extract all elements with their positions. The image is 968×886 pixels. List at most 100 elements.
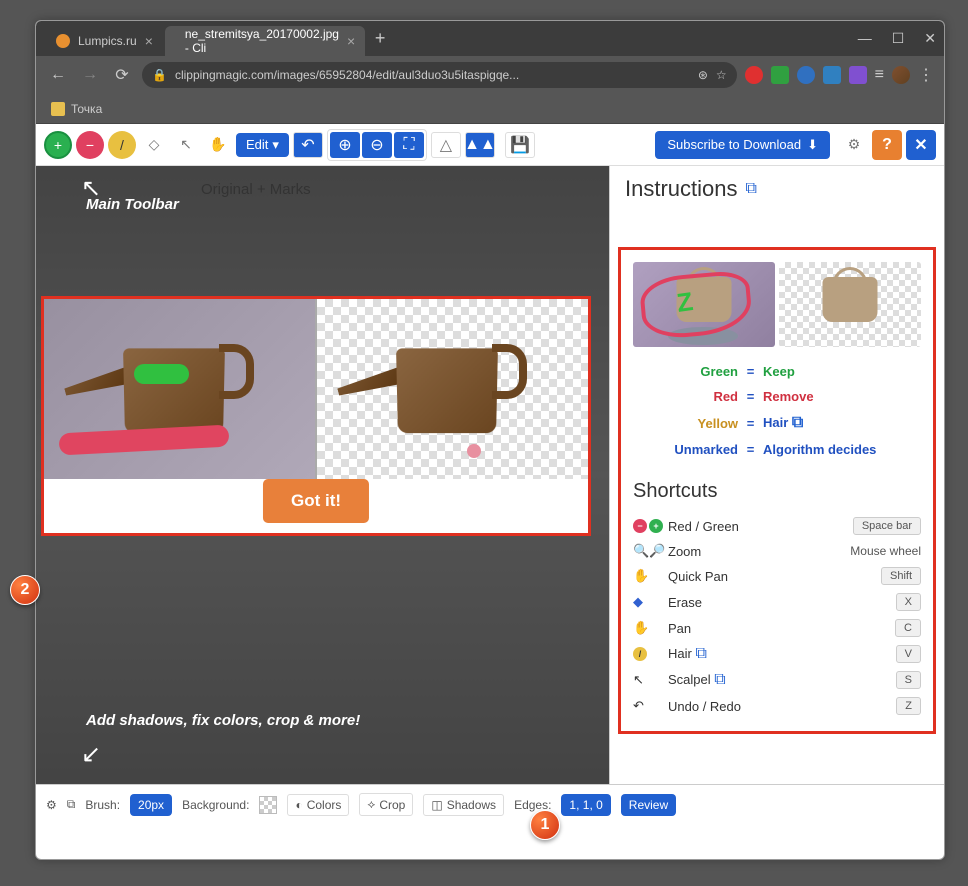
undo-button[interactable]: ↶ [293,132,323,158]
zoom-in-button[interactable]: ⊕ [330,132,360,158]
external-link-icon[interactable]: ⧉ [792,414,803,431]
reload-button[interactable]: ⟳ [110,65,134,85]
new-tab-button[interactable]: + [375,28,386,49]
shortcut-zoom: 🔍🔎 Zoom Mouse wheel [633,539,921,563]
crop-button[interactable]: ⟡Crop [359,793,413,816]
shortcuts-title: Shortcuts [633,480,921,503]
scalpel-tool[interactable]: ↖ [172,131,200,159]
edges-value[interactable]: 1, 1, 0 [561,794,610,816]
close-panel-button[interactable]: ✕ [906,130,936,160]
keep-tool[interactable]: + [44,131,72,159]
external-link-icon[interactable]: ⧉ [746,180,757,198]
arrow-down-icon: ↙ [81,740,101,769]
original-marks-label: Original + Marks [201,181,311,198]
shortcut-erase: ◆ Erase X [633,589,921,615]
lock-icon: 🔒 [152,68,167,82]
tab-label: ne_stremitsya_20170002.jpg - Cli [185,27,339,55]
zoom-icon: 🔍🔎 [633,543,668,559]
shadow-icon: ◫ [431,798,442,812]
reading-list-icon[interactable]: ≡ [875,66,884,84]
instructions-title: Instructions ⧉ [625,176,929,202]
add-shadows-label: Add shadows, fix colors, crop & more! [86,712,360,729]
crop-icon: ⟡ [367,797,375,812]
avatar-icon[interactable] [892,66,910,84]
ext-opera-icon[interactable] [745,66,763,84]
main-toolbar: + − / ◇ ↖ ✋ Edit▾ ↶ ⊕ ⊖ ⛶ △ ▲▲ 💾 Subscri… [36,124,944,166]
palette-icon: ◐ [295,798,302,812]
shortcut-scalpel: ↖ Scalpel ⧉ S [633,667,921,693]
shadows-button[interactable]: ◫Shadows [423,794,504,816]
shortcut-quickpan: ✋ Quick Pan Shift [633,563,921,589]
hand-icon: ✋ [633,568,668,584]
url-text: clippingmagic.com/images/65952804/edit/a… [175,68,519,82]
close-icon[interactable]: × [347,33,355,49]
ext-purple-icon[interactable] [849,66,867,84]
ext-check-icon[interactable] [771,66,789,84]
translate-icon[interactable]: ⊛ [698,68,708,82]
scalpel-icon: ↖ [633,672,668,688]
green-mark [134,364,189,384]
brush-size[interactable]: 20px [130,794,172,816]
tab-label: Lumpics.ru [78,34,137,48]
colors-button[interactable]: ◐Colors [287,794,349,816]
got-it-button[interactable]: Got it! [263,479,369,523]
back-button[interactable]: ← [46,66,70,84]
tutorial-result-image [317,299,588,479]
maximize-icon[interactable]: ☐ [892,30,905,47]
remove-tool[interactable]: − [76,131,104,159]
background-label: Background: [182,798,249,812]
url-field[interactable]: 🔒 clippingmagic.com/images/65952804/edit… [142,62,737,88]
compare-button[interactable]: ▲▲ [465,132,495,158]
zoom-out-button[interactable]: ⊖ [362,132,392,158]
canvas-area: ↖ Main Toolbar Original + Marks [36,166,944,784]
settings-icon[interactable]: ⚙ [840,131,868,159]
eraser-tool[interactable]: ◇ [140,131,168,159]
shortcut-hair: / Hair ⧉ V [633,641,921,667]
legend-yellow: Yellow = Hair ⧉ [633,409,921,437]
view-original-button[interactable]: △ [431,132,461,158]
tutorial-box: Got it! [41,296,591,536]
shortcut-undo: ↶ Undo / Redo Z [633,693,921,719]
shortcut-redgreen: −+ Red / Green Space bar [633,513,921,539]
save-button[interactable]: 💾 [505,132,535,158]
close-icon[interactable]: × [145,33,153,49]
layers-icon[interactable]: ⧉ [67,797,76,812]
demo-original-image: Z [633,262,775,347]
callout-1: 1 [530,810,560,840]
shortcut-pan: ✋ Pan C [633,615,921,641]
pan-tool[interactable]: ✋ [204,131,232,159]
browser-window: Lumpics.ru × ne_stremitsya_20170002.jpg … [35,20,945,860]
help-button[interactable]: ? [872,130,902,160]
address-bar: ← → ⟳ 🔒 clippingmagic.com/images/6595280… [36,56,944,94]
brush-label: Brush: [85,798,120,812]
forward-button[interactable]: → [78,66,102,84]
download-icon: ⬇ [807,137,818,153]
ext-globe-icon[interactable] [797,66,815,84]
callout-2: 2 [10,575,40,605]
instructions-panel: Instructions ⧉ Z [609,166,944,784]
external-link-icon[interactable]: ⧉ [695,645,706,662]
legend-red: Red = Remove [633,384,921,409]
review-button[interactable]: Review [621,794,676,816]
close-window-icon[interactable]: ✕ [924,30,936,47]
external-link-icon[interactable]: ⧉ [714,671,725,688]
tab-clippingmagic[interactable]: ne_stremitsya_20170002.jpg - Cli × [165,26,365,56]
bookmark-item[interactable]: Точка [71,102,102,116]
chevron-down-icon: ▾ [272,137,279,153]
legend-unmarked: Unmarked = Algorithm decides [633,437,921,462]
minimize-icon[interactable]: — [858,30,872,47]
fit-button[interactable]: ⛶ [394,132,424,158]
gear-icon[interactable]: ⚙ [46,798,57,812]
tab-lumpics[interactable]: Lumpics.ru × [44,26,165,56]
main-toolbar-label: Main Toolbar [86,196,179,213]
folder-icon [51,102,65,116]
ext-cube-icon[interactable] [823,66,841,84]
hair-tool[interactable]: / [108,131,136,159]
star-icon[interactable]: ☆ [716,68,727,82]
background-swatch[interactable] [259,796,277,814]
subscribe-button[interactable]: Subscribe to Download⬇ [655,131,830,159]
edit-dropdown[interactable]: Edit▾ [236,133,289,157]
menu-icon[interactable]: ⋮ [918,65,934,85]
hand-icon: ✋ [633,620,668,636]
tutorial-original-image [44,299,317,479]
